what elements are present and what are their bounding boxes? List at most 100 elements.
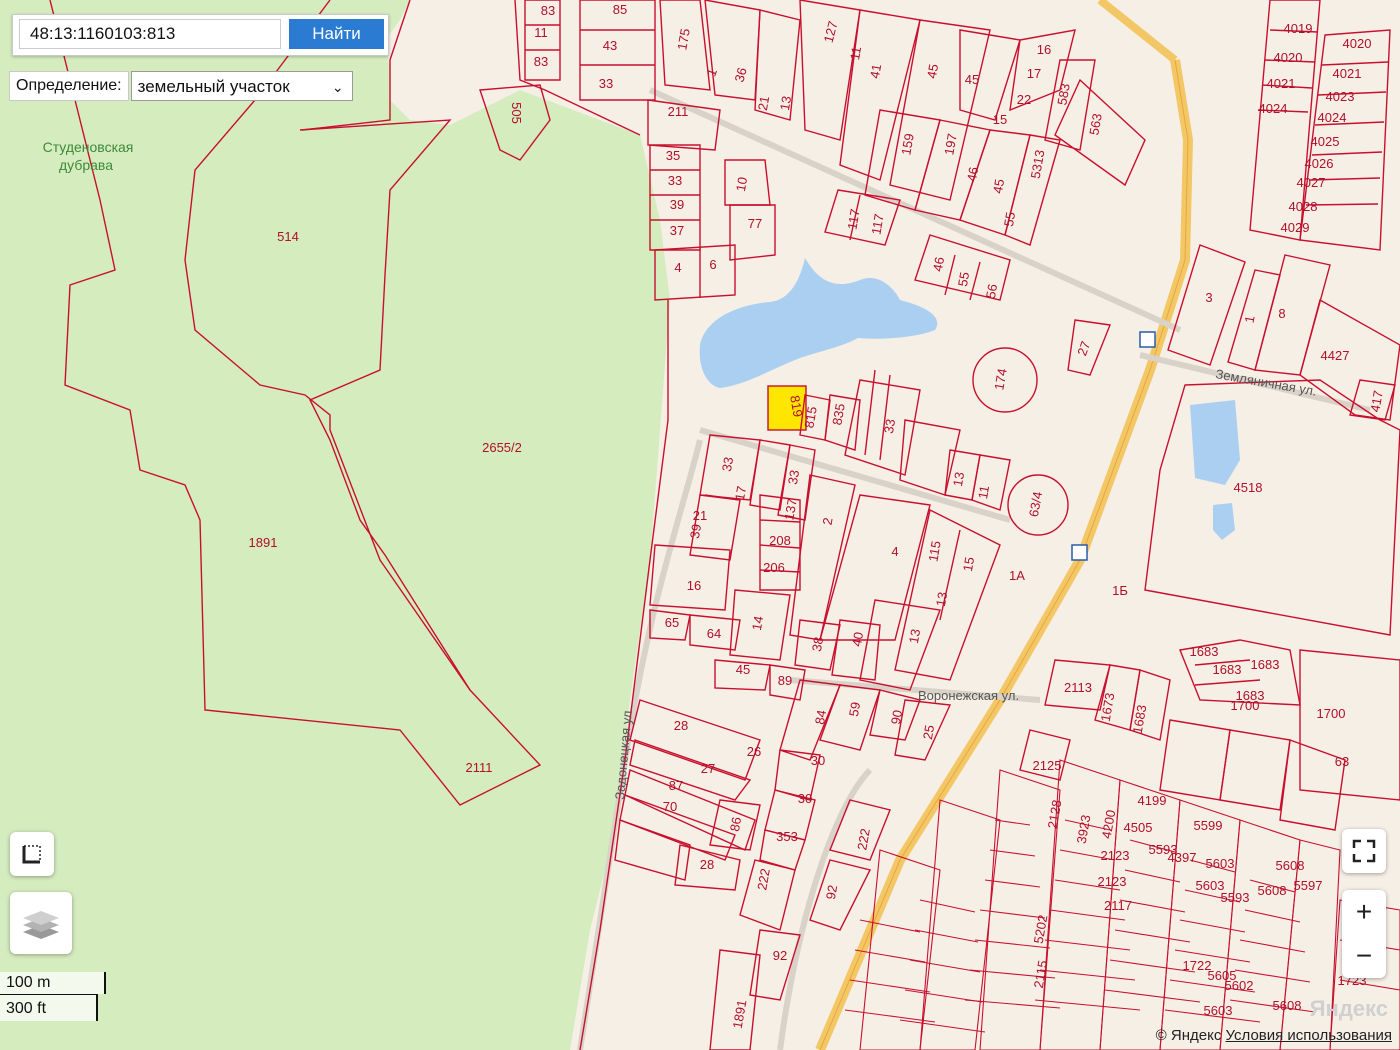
ruler-button[interactable] <box>10 832 54 876</box>
parcel-number-label[interactable]: 70 <box>663 799 677 814</box>
parcel-number-label[interactable]: 206 <box>763 560 785 575</box>
parcel-number-label[interactable]: 4026 <box>1305 156 1334 171</box>
parcel-number-label[interactable]: 33 <box>881 418 898 435</box>
parcel-number-label[interactable]: 6 <box>709 257 716 272</box>
parcel-number-label[interactable]: 65 <box>665 615 679 630</box>
parcel-number-label[interactable]: 4021 <box>1333 66 1362 81</box>
find-button[interactable]: Найти <box>289 19 384 49</box>
parcel-number-label[interactable]: 4029 <box>1281 220 1310 235</box>
cadastral-search-input[interactable] <box>19 19 281 49</box>
parcel-number-label[interactable]: 14 <box>749 615 766 632</box>
parcel-number-label[interactable]: 4019 <box>1284 21 1313 36</box>
parcel-number-label[interactable]: 5593 <box>1221 890 1250 905</box>
parcel-number-label[interactable]: 2123 <box>1101 848 1130 863</box>
parcel-number-label[interactable]: 2123 <box>1098 874 1127 889</box>
parcel-number-label[interactable]: 16 <box>1037 42 1051 57</box>
parcel-number-label[interactable]: 4199 <box>1138 793 1167 808</box>
parcel-number-label[interactable]: 2655/2 <box>482 440 522 455</box>
parcel-number-label[interactable]: 11 <box>847 45 864 61</box>
parcel-number-label[interactable]: 86 <box>727 816 744 833</box>
parcel-number-label[interactable]: 4021 <box>1267 76 1296 91</box>
parcel-number-label[interactable]: 5608 <box>1276 858 1305 873</box>
parcel-number-label[interactable]: 5599 <box>1194 818 1223 833</box>
parcel-number-label[interactable]: 30 <box>811 753 825 768</box>
parcel-number-label[interactable]: 77 <box>748 216 762 231</box>
parcel-number-label[interactable]: 84 <box>812 709 829 726</box>
parcel-number-label[interactable]: 1700 <box>1317 706 1346 721</box>
parcel-number-label[interactable]: 40 <box>849 631 866 648</box>
parcel-number-label[interactable]: 8 <box>1278 306 1285 321</box>
parcel-number-label[interactable]: 33 <box>668 173 682 188</box>
cadastral-map[interactable]: Студеновская дубрава Земляничная ул. Вор… <box>0 0 1400 1050</box>
parcel-number-label[interactable]: 4020 <box>1274 50 1303 65</box>
parcel-number-label[interactable]: 5603 <box>1204 1003 1233 1018</box>
parcel-number-label[interactable]: 45 <box>736 662 750 677</box>
parcel-number-label[interactable]: 46 <box>964 166 981 183</box>
parcel-number-label[interactable]: 1700 <box>1231 698 1260 713</box>
parcel-number-label[interactable]: 45 <box>924 63 941 80</box>
parcel-number-label[interactable]: 41 <box>867 63 884 80</box>
parcel-number-label[interactable]: 38 <box>809 636 826 653</box>
parcel-number-label[interactable]: 89 <box>778 673 792 688</box>
parcel-number-label[interactable]: 4020 <box>1343 36 1372 51</box>
parcel-number-label[interactable]: 39 <box>687 523 704 540</box>
parcel-number-label[interactable]: 1A <box>1009 568 1025 583</box>
parcel-number-label[interactable]: 17 <box>732 485 749 502</box>
parcel-number-label[interactable]: 83 <box>534 54 548 69</box>
parcel-number-label[interactable]: 4027 <box>1297 175 1326 190</box>
parcel-number-label[interactable]: 90 <box>888 709 905 726</box>
parcel-number-label[interactable]: 5608 <box>1273 998 1302 1013</box>
parcel-number-label[interactable]: 33 <box>599 76 613 91</box>
parcel-number-label[interactable]: 1Б <box>1112 583 1128 598</box>
parcel-number-label[interactable]: 35 <box>666 148 680 163</box>
zoom-in-icon[interactable]: + <box>1342 890 1386 934</box>
parcel-number-label[interactable]: 22 <box>1017 92 1031 107</box>
parcel-number-label[interactable]: 92 <box>773 948 787 963</box>
parcel-number-label[interactable]: 1891 <box>249 535 278 550</box>
parcel-number-label[interactable]: 5608 <box>1258 883 1287 898</box>
parcel-number-label[interactable]: 63 <box>1335 754 1349 769</box>
parcel-number-label[interactable]: 1683 <box>1213 662 1242 677</box>
parcel-number-label[interactable]: 26 <box>747 744 761 759</box>
parcel-number-label[interactable]: 13 <box>950 471 967 488</box>
parcel-number-label[interactable]: 55 <box>1001 211 1018 228</box>
parcel-number-label[interactable]: 46 <box>930 256 947 273</box>
parcel-number-label[interactable]: 5603 <box>1206 856 1235 871</box>
parcel-number-label[interactable]: 33 <box>719 456 736 473</box>
parcel-number-label[interactable]: 211 <box>668 104 689 119</box>
parcel-number-label[interactable]: 2117 <box>1104 898 1132 913</box>
parcel-number-label[interactable]: 28 <box>700 857 714 872</box>
layers-button[interactable] <box>10 892 72 954</box>
parcel-number-label[interactable]: 45 <box>990 178 1007 195</box>
parcel-number-label[interactable]: 208 <box>769 533 791 548</box>
parcel-number-label[interactable]: 4023 <box>1326 89 1355 104</box>
parcel-number-label[interactable]: 43 <box>603 38 617 53</box>
parcel-number-label[interactable]: 85 <box>613 2 627 17</box>
parcel-number-label[interactable]: 3 <box>1205 290 1212 305</box>
parcel-number-label[interactable]: 4024 <box>1318 110 1347 125</box>
zoom-out-icon[interactable]: − <box>1342 934 1386 978</box>
parcel-number-label[interactable]: 25 <box>920 724 937 741</box>
parcel-number-label[interactable]: 4518 <box>1234 480 1263 495</box>
parcel-number-label[interactable]: 13 <box>906 628 923 645</box>
parcel-number-label[interactable]: 4 <box>674 260 681 275</box>
parcel-number-label[interactable]: 5597 <box>1294 878 1323 893</box>
parcel-number-label[interactable]: 4505 <box>1124 820 1153 835</box>
parcel-number-label[interactable]: 37 <box>670 223 684 238</box>
parcel-number-label[interactable]: 55 <box>955 271 972 288</box>
parcel-number-label[interactable]: 28 <box>674 718 688 733</box>
parcel-number-label[interactable]: 83 <box>541 3 555 18</box>
parcel-number-label[interactable]: 2113 <box>1064 680 1092 695</box>
parcel-number-label[interactable]: 353 <box>776 829 798 844</box>
parcel-number-label[interactable]: 1683 <box>1251 657 1280 672</box>
fullscreen-button[interactable] <box>1342 829 1386 873</box>
parcel-number-label[interactable]: 39 <box>670 197 684 212</box>
parcel-number-label[interactable]: 13 <box>933 591 950 608</box>
definition-select[interactable]: земельный участок ⌄ <box>130 71 353 101</box>
parcel-number-label[interactable]: 11 <box>975 484 992 500</box>
parcel-number-label[interactable]: 5602 <box>1225 978 1254 993</box>
parcel-number-label[interactable]: 21 <box>755 95 772 112</box>
parcel-number-label[interactable]: 2125 <box>1033 758 1062 773</box>
parcel-number-label[interactable]: 514 <box>277 229 299 244</box>
parcel-number-label[interactable]: 4427 <box>1321 348 1350 363</box>
